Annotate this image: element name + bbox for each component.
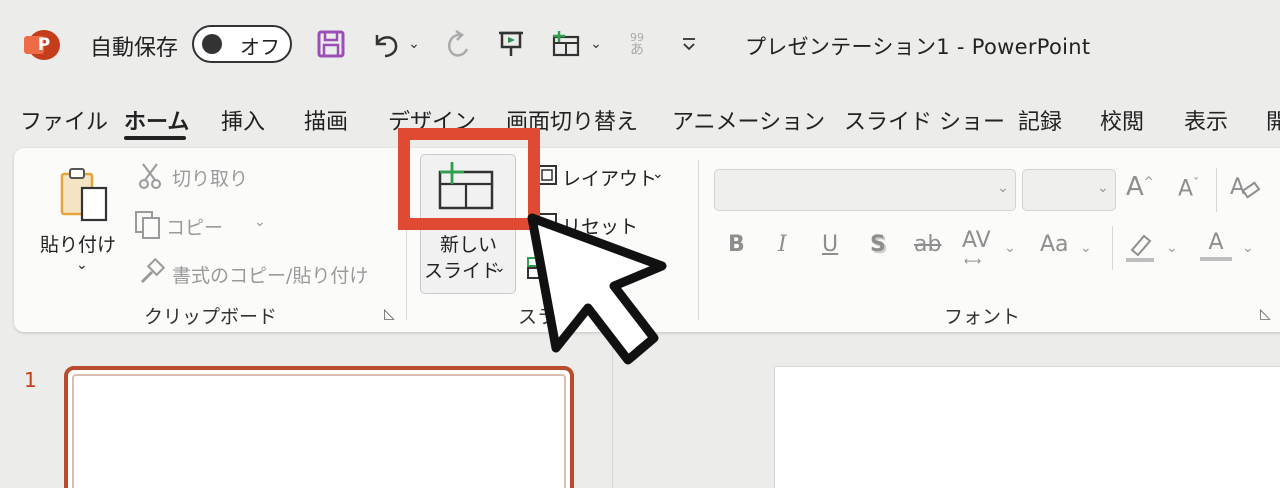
copy-label[interactable]: コピー [166,213,223,240]
font-color-button[interactable]: A [1200,230,1232,261]
clipboard-launcher-icon[interactable]: ◺ [384,306,395,322]
font-color-dropdown-icon[interactable]: ⌄ [1242,240,1254,256]
tab-insert[interactable]: 挿入 [221,104,265,136]
layout-dropdown-icon[interactable]: ⌄ [652,166,664,182]
title-bar: P 自動保存 オフ ⌄ ⌄ 99 あ プレゼンテーション1 - PowerPoi… [0,0,1280,92]
tab-file[interactable]: ファイル [20,104,108,136]
tab-record[interactable]: 記録 [1018,104,1062,136]
new-slide-label-2: スライド [424,260,501,282]
grow-font-icon[interactable]: A^ [1126,172,1154,202]
active-tab-indicator [124,136,186,140]
font-group-label: フォント [944,306,1021,328]
shrink-font-glyph: A [1178,176,1194,202]
highlight-color-icon[interactable] [1124,230,1156,268]
tab-animations[interactable]: アニメーション [672,104,825,136]
format-painter-icon[interactable] [138,257,166,290]
new-slide-label-1: 新しい [440,234,498,256]
tab-draw[interactable]: 描画 [304,104,348,136]
autosave-toggle[interactable]: オフ [192,25,292,63]
slide-canvas[interactable] [774,366,1280,488]
powerpoint-logo-icon: P [24,30,60,60]
bold-button[interactable]: B [728,232,745,257]
save-icon[interactable] [314,26,348,62]
font-separator [1112,226,1113,270]
undo-dropdown-icon[interactable]: ⌄ [404,26,424,62]
layout-label[interactable]: レイアウト [562,164,657,191]
qa-dropdown-icon[interactable]: ⌄ [586,26,606,62]
customize-qa-icon[interactable] [676,26,702,62]
autosave-state: オフ [240,35,280,59]
italic-button[interactable]: I [778,232,787,257]
spacing-dropdown-icon[interactable]: ⌄ [1004,240,1016,256]
font-name-dropdown-icon[interactable]: ⌄ [997,180,1009,196]
slide-thumbnail-inner [72,374,566,488]
spacing-arrow-icon: ⟷ [964,254,982,268]
copy-dropdown-icon[interactable]: ⌄ [254,214,266,230]
font-name-combo[interactable]: ⌄ [714,169,1016,211]
strikethrough-button[interactable]: ab [914,232,941,257]
present-from-start-icon[interactable] [494,26,528,62]
document-title: プレゼンテーション1 - PowerPoint [745,35,1091,59]
undo-icon[interactable] [368,26,402,62]
paste-icon[interactable] [56,166,112,228]
tab-view[interactable]: 表示 [1184,104,1228,136]
change-case-button[interactable]: Aa [1040,232,1069,257]
copy-icon[interactable] [134,210,162,244]
font-size-combo[interactable]: ⌄ [1022,169,1116,211]
highlight-box [398,128,540,230]
font-color-bar [1200,257,1232,261]
paste-dropdown-icon[interactable]: ⌄ [76,257,88,273]
format-painter-label[interactable]: 書式のコピー/貼り付け [172,261,368,288]
highlight-dropdown-icon[interactable]: ⌄ [1166,240,1178,256]
font-size-dropdown-icon[interactable]: ⌄ [1097,180,1109,196]
font-launcher-icon[interactable]: ◺ [1260,306,1271,322]
shrink-font-icon[interactable]: Aˇ [1178,176,1199,201]
mouse-cursor-icon [522,212,682,376]
grow-font-glyph: A [1126,172,1144,202]
case-dropdown-icon[interactable]: ⌄ [1080,240,1092,256]
tab-developer[interactable]: 開 [1266,104,1280,136]
new-slide-dropdown-icon[interactable]: ⌄ [494,260,506,276]
tab-home[interactable]: ホーム [124,104,189,136]
slide-number: 1 [24,368,37,392]
spelling-icon[interactable]: 99 あ [620,26,654,62]
group-separator [698,160,699,320]
svg-text:A: A [1230,175,1245,200]
new-slide-qa-icon[interactable] [548,26,584,62]
clear-formatting-icon[interactable]: A [1228,172,1262,206]
tab-review[interactable]: 校閲 [1100,104,1144,136]
font-color-glyph: A [1208,230,1224,255]
autosave-label: 自動保存 [90,36,179,61]
shadow-button[interactable]: S [870,232,886,257]
toggle-knob [202,34,222,54]
underline-button[interactable]: U [822,232,838,257]
font-separator [1216,168,1217,212]
tab-slideshow[interactable]: スライド ショー [844,104,1005,136]
character-spacing-button[interactable]: AV [962,228,991,253]
cut-label[interactable]: 切り取り [172,164,248,191]
paste-label[interactable]: 貼り付け [40,230,116,257]
clipboard-group-label: クリップボード [144,306,278,328]
redo-icon[interactable] [440,26,474,62]
spelling-bottom: あ [630,42,644,58]
cut-icon[interactable] [138,162,162,194]
